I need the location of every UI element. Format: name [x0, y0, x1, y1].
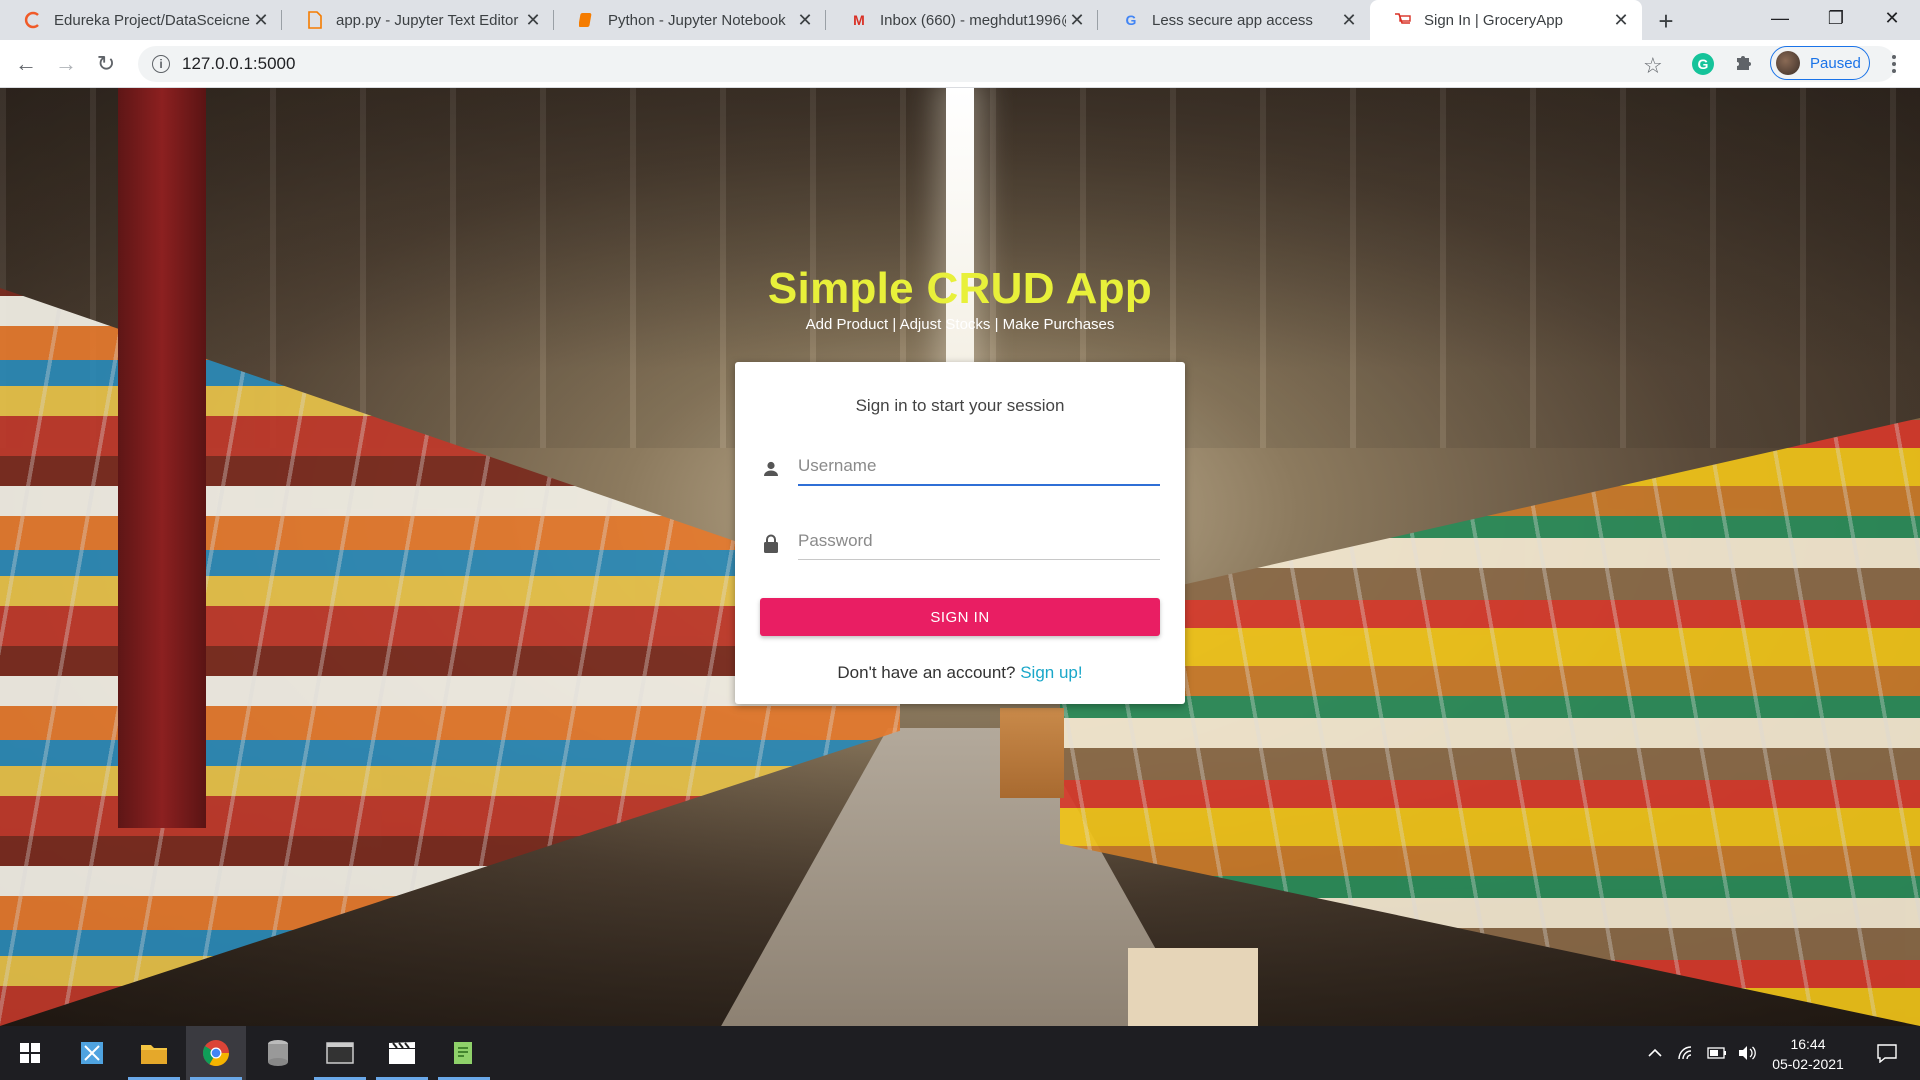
tab-strip: Edureka Project/DataSceicne ✕ app.py - J…	[0, 0, 1920, 40]
tab-app-py[interactable]: app.py - Jupyter Text Editor ✕	[282, 0, 554, 40]
windows-start-icon[interactable]	[0, 1026, 60, 1080]
file-icon	[306, 11, 324, 29]
close-icon[interactable]: ✕	[1610, 9, 1632, 31]
jupyter-icon	[578, 11, 596, 29]
forward-arrow-icon[interactable]: →	[50, 48, 82, 80]
background-carton	[1128, 948, 1258, 1026]
google-icon: G	[1125, 12, 1137, 28]
close-icon[interactable]: ✕	[1338, 9, 1360, 31]
tab-title: Less secure app access	[1152, 11, 1313, 29]
edureka-icon	[24, 11, 42, 29]
browser-toolbar: ← → ↻ i 127.0.0.1:5000 ☆ G Paused	[0, 40, 1920, 88]
info-icon[interactable]: i	[152, 55, 170, 73]
extensions-puzzle-icon[interactable]	[1734, 52, 1754, 78]
snip-icon[interactable]	[62, 1026, 122, 1080]
tab-title: app.py - Jupyter Text Editor	[336, 11, 519, 29]
groceryapp-icon	[1394, 11, 1412, 29]
notification-icon[interactable]	[1862, 1026, 1912, 1080]
password-field	[760, 516, 1160, 564]
close-icon[interactable]: ✕	[522, 9, 544, 31]
tab-groceryapp[interactable]: Sign In | GroceryApp ✕	[1370, 0, 1642, 40]
gmail-icon: M	[853, 12, 865, 28]
signup-text: Don't have an account?	[837, 663, 1016, 682]
avatar	[1776, 51, 1800, 75]
background-boxes	[1000, 708, 1064, 798]
clock-date: 05-02-2021	[1772, 1056, 1844, 1072]
username-input[interactable]	[798, 442, 1160, 486]
person-icon	[762, 460, 780, 478]
clock-time: 16:44	[1790, 1036, 1826, 1052]
profile-button[interactable]: Paused	[1770, 46, 1870, 80]
terminal-icon[interactable]	[310, 1026, 370, 1080]
back-arrow-icon[interactable]: ←	[10, 48, 42, 80]
close-icon[interactable]: ✕	[1066, 9, 1088, 31]
tab-edureka[interactable]: Edureka Project/DataSceicne ✕	[0, 0, 282, 40]
chevron-up-icon[interactable]	[1640, 1026, 1670, 1080]
signup-prompt: Don't have an account? Sign up!	[735, 663, 1185, 683]
restore-icon[interactable]: ❐	[1808, 0, 1864, 36]
new-tab-button[interactable]: +	[1652, 6, 1680, 36]
minimize-icon[interactable]: —	[1752, 0, 1808, 36]
window-close-icon[interactable]: ✕	[1864, 0, 1920, 36]
database-icon[interactable]	[248, 1026, 308, 1080]
signup-link[interactable]: Sign up!	[1020, 663, 1082, 682]
chrome-icon[interactable]	[186, 1026, 246, 1080]
wifi-icon[interactable]	[1672, 1026, 1702, 1080]
tab-title: Python - Jupyter Notebook	[608, 11, 786, 29]
address-bar[interactable]: i 127.0.0.1:5000	[138, 46, 1896, 82]
notepad-icon[interactable]	[434, 1026, 494, 1080]
tab-jupyter-notebook[interactable]: Python - Jupyter Notebook ✕	[554, 0, 826, 40]
windows-taskbar: 16:44 05-02-2021	[0, 1026, 1920, 1080]
close-icon[interactable]: ✕	[250, 9, 272, 31]
tab-less-secure[interactable]: G Less secure app access ✕	[1098, 0, 1370, 40]
page-title: Simple CRUD App	[767, 264, 1153, 313]
lock-icon	[762, 534, 780, 553]
page-content: Simple CRUD App Add Product | Adjust Sto…	[0, 88, 1920, 1026]
password-input[interactable]	[798, 516, 1160, 560]
system-clock[interactable]: 16:44 05-02-2021	[1758, 1034, 1858, 1074]
video-editor-icon[interactable]	[372, 1026, 432, 1080]
sign-in-button[interactable]: SIGN IN	[760, 598, 1160, 636]
tab-title: Sign In | GroceryApp	[1424, 11, 1563, 29]
file-explorer-icon[interactable]	[124, 1026, 184, 1080]
page-tagline: Add Product | Adjust Stocks | Make Purch…	[805, 316, 1115, 333]
login-card: Sign in to start your session SIGN IN Do…	[735, 362, 1185, 704]
username-field	[760, 442, 1160, 490]
tab-title: Edureka Project/DataSceicne	[54, 11, 250, 29]
grammarly-extension-icon[interactable]: G	[1692, 53, 1714, 75]
url-text: 127.0.0.1:5000	[182, 54, 296, 73]
tab-gmail[interactable]: M Inbox (660) - meghdut1996@ ✕	[826, 0, 1098, 40]
background-shelf-right	[1060, 418, 1920, 1026]
login-subtitle: Sign in to start your session	[855, 396, 1065, 415]
profile-status: Paused	[1810, 54, 1861, 72]
menu-kebab-icon[interactable]	[1884, 50, 1904, 78]
reload-icon[interactable]: ↻	[90, 48, 122, 80]
bookmark-star-icon[interactable]: ☆	[1643, 53, 1663, 79]
app-heading: Simple CRUD App Add Product | Adjust Sto…	[0, 264, 1920, 333]
close-icon[interactable]: ✕	[794, 9, 816, 31]
battery-icon[interactable]	[1702, 1026, 1732, 1080]
background-pillar	[118, 88, 206, 828]
tab-title: Inbox (660) - meghdut1996@	[880, 11, 1066, 29]
